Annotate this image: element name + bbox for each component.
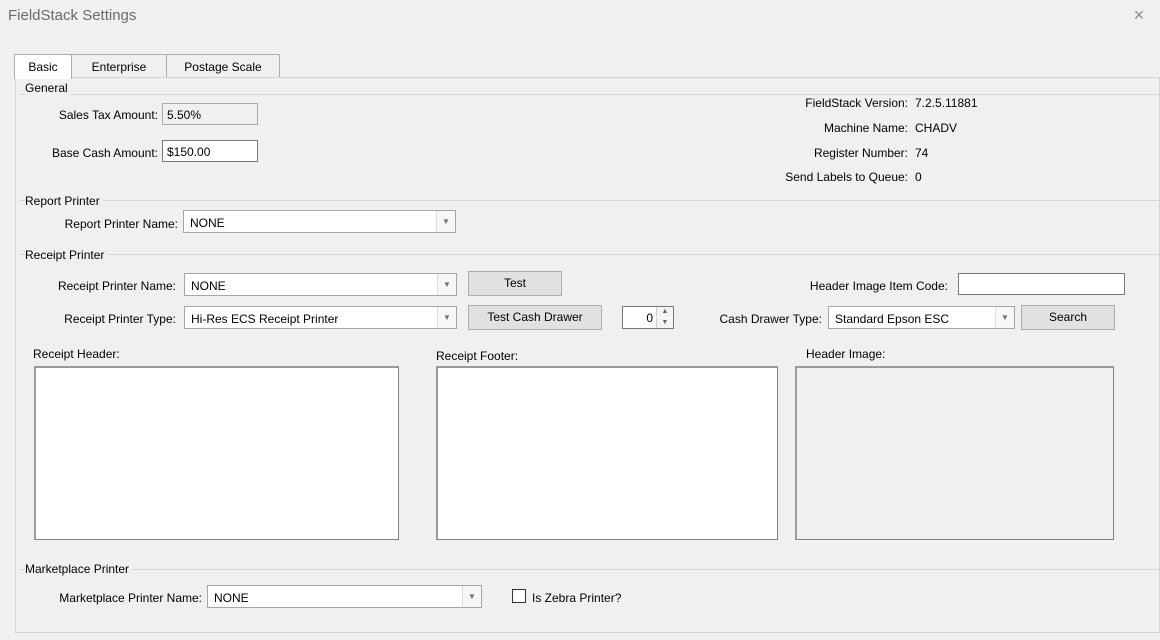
chevron-down-icon[interactable]: ▼ — [995, 307, 1014, 328]
report-printer-value: NONE — [190, 216, 225, 230]
spin-down-icon[interactable]: ▼ — [656, 318, 673, 328]
chevron-down-icon[interactable]: ▼ — [462, 586, 481, 607]
cash-drawer-type-select[interactable]: Standard Epson ESC ▼ — [828, 306, 1015, 329]
window-title: FieldStack Settings — [8, 7, 137, 24]
spin-up-icon[interactable]: ▲ — [656, 307, 673, 317]
close-icon[interactable]: × — [1128, 4, 1150, 26]
group-divider — [19, 254, 1159, 255]
header-image-label: Header Image: — [806, 347, 886, 361]
group-divider — [19, 569, 1159, 570]
header-image-preview — [795, 366, 1114, 540]
receipt-printer-type-label: Receipt Printer Type: — [64, 312, 176, 326]
group-title-receipt-printer: Receipt Printer — [25, 248, 108, 262]
receipt-footer-textarea[interactable] — [436, 366, 778, 540]
marketplace-printer-select[interactable]: NONE ▼ — [207, 585, 482, 608]
test-button[interactable]: Test — [468, 271, 562, 296]
zebra-printer-checkbox[interactable] — [512, 589, 526, 603]
zebra-printer-label[interactable]: Is Zebra Printer? — [532, 591, 621, 605]
header-image-code-label: Header Image Item Code: — [809, 279, 948, 293]
receipt-header-label: Receipt Header: — [33, 347, 120, 361]
receipt-printer-name-value: NONE — [191, 279, 226, 293]
cash-drawer-type-value: Standard Epson ESC — [835, 312, 950, 326]
receipt-printer-type-select[interactable]: Hi-Res ECS Receipt Printer ▼ — [184, 306, 457, 329]
report-printer-select[interactable]: NONE ▼ — [183, 210, 456, 233]
marketplace-printer-value: NONE — [214, 591, 249, 605]
group-title-marketplace-printer: Marketplace Printer — [25, 562, 133, 576]
tab-basic[interactable]: Basic — [14, 54, 72, 79]
cash-drawer-type-label: Cash Drawer Type: — [719, 312, 823, 326]
chevron-down-icon[interactable]: ▼ — [437, 274, 456, 295]
receipt-printer-name-label: Receipt Printer Name: — [57, 279, 176, 293]
receipt-printer-name-select[interactable]: NONE ▼ — [184, 273, 457, 296]
receipt-header-textarea[interactable] — [34, 366, 399, 540]
chevron-down-icon[interactable]: ▼ — [437, 307, 456, 328]
tab-panel-basic — [15, 77, 1160, 633]
drawer-number-value: 0 — [646, 311, 653, 325]
receipt-printer-type-value: Hi-Res ECS Receipt Printer — [191, 312, 339, 326]
header-image-code-field[interactable] — [958, 273, 1125, 295]
drawer-number-stepper[interactable]: 0 ▲ ▼ — [622, 306, 674, 329]
test-cash-drawer-button[interactable]: Test Cash Drawer — [468, 305, 602, 330]
tab-enterprise[interactable]: Enterprise — [71, 54, 167, 78]
tab-postage-scale[interactable]: Postage Scale — [166, 54, 280, 78]
search-button[interactable]: Search — [1021, 305, 1115, 330]
marketplace-printer-name-label: Marketplace Printer Name: — [59, 591, 202, 605]
receipt-footer-label: Receipt Footer: — [436, 349, 519, 363]
chevron-down-icon[interactable]: ▼ — [436, 211, 455, 232]
